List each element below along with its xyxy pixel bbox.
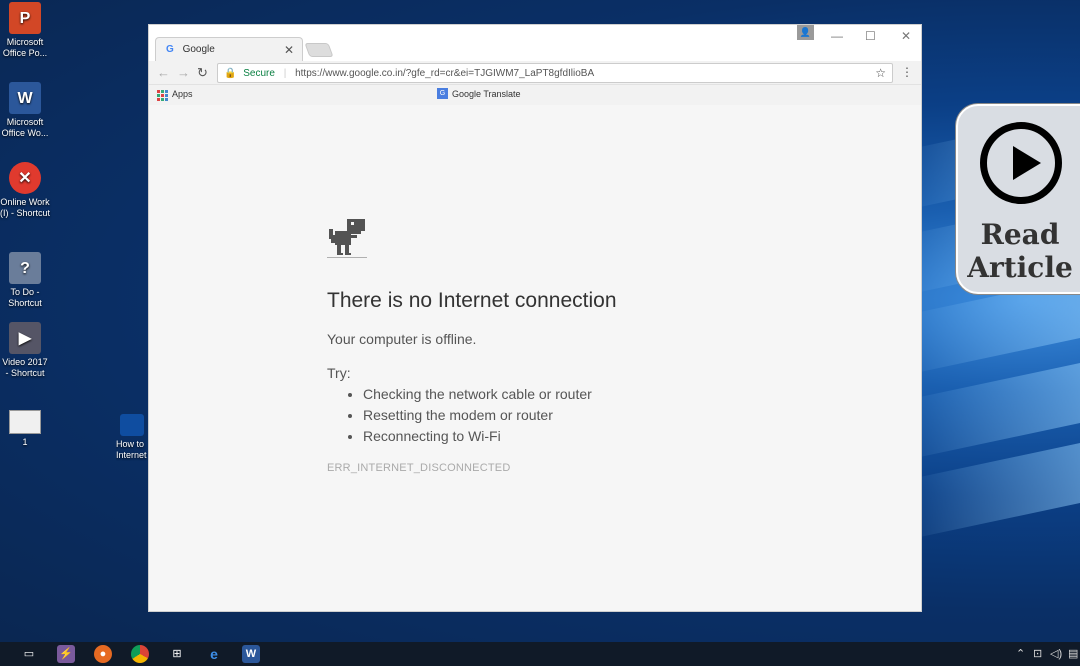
store-icon[interactable]: ⊞ — [168, 645, 186, 663]
video-thumbnail-icon — [120, 414, 144, 436]
menu-dots-icon[interactable]: ⋮ — [901, 65, 913, 79]
chevron-up-icon[interactable]: ⌃ — [1016, 647, 1025, 660]
address-separator: | — [283, 68, 287, 79]
chrome-icon[interactable] — [131, 645, 149, 663]
notification-icon[interactable]: ▤ — [1068, 647, 1078, 660]
network-icon[interactable]: ⊡ — [1033, 647, 1042, 660]
desktop-icon-label: To Do - Shortcut — [8, 287, 42, 308]
title-bar: G Google ✕ 👤 — ☐ ✕ — [149, 25, 921, 61]
google-favicon-icon: G — [166, 44, 174, 55]
dinosaur-icon — [327, 219, 367, 258]
desktop-icon-label: Video 2017 - Shortcut — [2, 357, 48, 378]
firefox-icon[interactable]: ● — [94, 645, 112, 663]
error-code: ERR_INTERNET_DISCONNECTED — [327, 462, 511, 474]
apps-grid-icon[interactable] — [157, 90, 168, 101]
taskbar: ▭ ⚡ ● ⊞ e W ⌃ ⊡ ◁) ▤ — [0, 642, 1080, 666]
error-title: There is no Internet connection — [327, 289, 617, 312]
bookmark-google-translate[interactable]: Google Translate — [452, 89, 521, 99]
error-subtitle: Your computer is offline. — [327, 331, 477, 347]
suggestion-list: Checking the network cable or router Res… — [363, 386, 592, 449]
word-icon[interactable]: W — [242, 645, 260, 663]
close-button[interactable]: ✕ — [901, 29, 911, 43]
bookmark-star-icon[interactable]: ☆ — [875, 66, 886, 80]
desktop-icon-label: How to Internet — [116, 439, 147, 460]
maximize-button[interactable]: ☐ — [865, 29, 876, 43]
address-bar[interactable]: 🔒 Secure | https://www.google.co.in/?gfe… — [217, 63, 893, 83]
volume-icon[interactable]: ◁) — [1050, 647, 1062, 660]
desktop-icon-how-to[interactable]: How to Internet — [116, 414, 148, 461]
task-view-icon[interactable]: ▭ — [20, 645, 38, 663]
try-label: Try: — [327, 365, 351, 381]
error-x-icon: ✕ — [9, 162, 41, 194]
browser-window: G Google ✕ 👤 — ☐ ✕ ← → ↻ 🔒 Secure | http… — [148, 24, 922, 612]
play-icon — [980, 122, 1062, 204]
secure-label: Secure — [243, 68, 275, 79]
lock-icon: 🔒 — [224, 68, 237, 79]
bookmarks-bar: Apps G Google Translate — [149, 85, 921, 105]
word-icon: W — [9, 82, 41, 114]
forward-arrow-icon[interactable]: → — [177, 65, 190, 80]
desktop-icon-label: Online Work (I) - Shortcut — [0, 197, 51, 218]
desktop-icon-1[interactable]: 1 — [0, 410, 50, 448]
desktop-icon-video[interactable]: ▶ Video 2017 - Shortcut — [0, 322, 50, 379]
suggestion-item: Checking the network cable or router — [363, 386, 592, 407]
google-translate-icon[interactable]: G — [437, 88, 448, 99]
powerpoint-icon: P — [9, 2, 41, 34]
desktop-icon-label: 1 — [22, 437, 28, 447]
desktop-icon-label: Microsoft Office Po... — [2, 37, 48, 58]
read-article-label: Read Article — [967, 218, 1073, 284]
desktop-icon-word[interactable]: W Microsoft Office Wo... — [0, 82, 50, 139]
todo-icon: ? — [9, 252, 41, 284]
winrar-icon[interactable]: ⚡ — [57, 645, 75, 663]
video-camera-icon: ▶ — [9, 322, 41, 354]
desktop-icon-online-work[interactable]: ✕ Online Work (I) - Shortcut — [0, 162, 50, 219]
browser-toolbar: ← → ↻ 🔒 Secure | https://www.google.co.i… — [149, 61, 921, 85]
desktop-icon-powerpoint[interactable]: P Microsoft Office Po... — [0, 2, 50, 59]
desktop-icon-label: Microsoft Office Wo... — [1, 117, 49, 138]
minimize-button[interactable]: — — [831, 29, 843, 43]
url-text[interactable]: https://www.google.co.in/?gfe_rd=cr&ei=T… — [295, 68, 594, 79]
reload-icon[interactable]: ↻ — [197, 65, 208, 81]
document-icon — [9, 410, 41, 434]
new-tab-button[interactable] — [304, 43, 334, 57]
tab-close-icon[interactable]: ✕ — [284, 43, 294, 57]
tab-title: Google — [182, 44, 215, 55]
profile-icon[interactable]: 👤 — [797, 25, 814, 40]
suggestion-item: Resetting the modem or router — [363, 407, 592, 428]
back-arrow-icon[interactable]: ← — [157, 65, 170, 80]
bookmark-apps[interactable]: Apps — [172, 89, 193, 99]
desktop-icon-todo[interactable]: ? To Do - Shortcut — [0, 252, 50, 309]
suggestion-item: Reconnecting to Wi-Fi — [363, 428, 592, 449]
read-article-button[interactable]: Read Article — [956, 104, 1080, 294]
edge-icon[interactable]: e — [205, 645, 223, 663]
error-page: There is no Internet connection Your com… — [149, 105, 921, 611]
tab-google[interactable]: G Google ✕ — [155, 37, 303, 61]
